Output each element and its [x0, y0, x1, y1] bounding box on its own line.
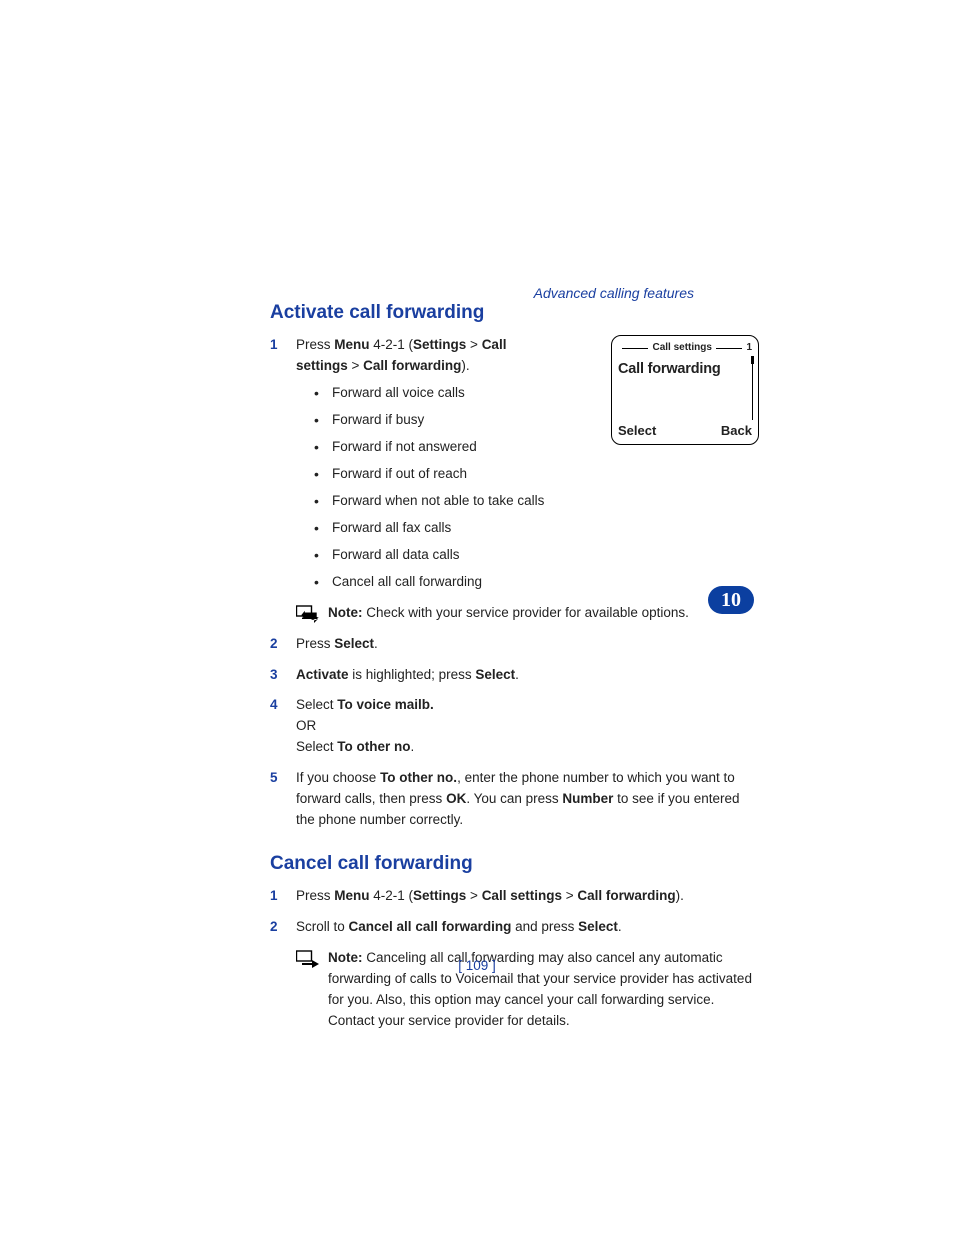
- step-number: 2: [270, 917, 278, 938]
- forward-options-list: Forward all voice calls Forward if busy …: [314, 383, 754, 592]
- note-block: Note: Check with your service provider f…: [270, 603, 754, 624]
- document-page: Advanced calling features Activate call …: [0, 0, 954, 1235]
- text: Call forwarding: [363, 358, 461, 373]
- step-number: 1: [270, 886, 278, 907]
- text: Select: [334, 636, 374, 651]
- step-number: 1: [270, 335, 278, 356]
- text: .: [374, 636, 378, 651]
- list-item: Forward if out of reach: [314, 464, 754, 485]
- list-item: Forward when not able to take calls: [314, 491, 754, 512]
- text: To other no.: [380, 770, 457, 785]
- text: OR: [296, 718, 316, 733]
- text: >: [562, 888, 577, 903]
- step-number: 5: [270, 768, 278, 789]
- text: Select: [578, 919, 618, 934]
- text: Menu: [334, 888, 369, 903]
- text: Menu: [334, 337, 369, 352]
- step-a4: 4 Select To voice mailb. OR Select To ot…: [270, 695, 754, 758]
- section-a-body: Call settings 1 Call forwarding Select B…: [270, 335, 754, 831]
- step-number: 2: [270, 634, 278, 655]
- text: Call forwarding: [577, 888, 675, 903]
- list-item: Forward all data calls: [314, 545, 754, 566]
- step-a5: 5 If you choose To other no., enter the …: [270, 768, 754, 831]
- text: 4-2-1 (: [370, 337, 414, 352]
- text: OK: [446, 791, 466, 806]
- text: . You can press: [466, 791, 562, 806]
- text: Scroll to: [296, 919, 349, 934]
- list-item: Forward if busy: [314, 410, 754, 431]
- heading-cancel: Cancel call forwarding: [270, 849, 754, 878]
- text: Press: [296, 636, 334, 651]
- text: Number: [562, 791, 613, 806]
- text: Cancel all call forwarding: [349, 919, 512, 934]
- text: Press: [296, 337, 334, 352]
- text: .: [411, 739, 415, 754]
- text: .: [515, 667, 519, 682]
- step-a2: 2 Press Select.: [270, 634, 754, 655]
- text: If you choose: [296, 770, 380, 785]
- list-item: Cancel all call forwarding: [314, 572, 754, 593]
- step-a3: 3 Activate is highlighted; press Select.: [270, 665, 754, 686]
- text: Select: [296, 739, 337, 754]
- text: >: [348, 358, 363, 373]
- text: To voice mailb.: [337, 697, 434, 712]
- list-item: Forward all voice calls: [314, 383, 754, 404]
- section-header-label: Advanced calling features: [534, 283, 694, 305]
- text: Settings: [413, 888, 466, 903]
- text: Press: [296, 888, 334, 903]
- text: .: [618, 919, 622, 934]
- text: and press: [511, 919, 578, 934]
- step-a1: 1 Press Menu 4-2-1 (Settings > Call sett…: [270, 335, 754, 592]
- text: >: [466, 337, 481, 352]
- chapter-tab: 10: [708, 586, 754, 614]
- list-item: Forward if not answered: [314, 437, 754, 458]
- text: Settings: [413, 337, 466, 352]
- text: To other no: [337, 739, 410, 754]
- note-icon: [296, 605, 320, 623]
- text: ).: [461, 358, 469, 373]
- step-number: 4: [270, 695, 278, 716]
- page-number: [ 109 ]: [0, 956, 954, 977]
- text: is highlighted; press: [349, 667, 476, 682]
- text: >: [466, 888, 481, 903]
- text: Select: [296, 697, 337, 712]
- step-b2: 2 Scroll to Cancel all call forwarding a…: [270, 917, 754, 938]
- step-b1: 1 Press Menu 4-2-1 (Settings > Call sett…: [270, 886, 754, 907]
- list-item: Forward all fax calls: [314, 518, 754, 539]
- step-number: 3: [270, 665, 278, 686]
- text: 4-2-1 (: [370, 888, 414, 903]
- note-label: Note:: [328, 605, 363, 620]
- text: ).: [676, 888, 684, 903]
- text: Call settings: [482, 888, 562, 903]
- text: Activate: [296, 667, 349, 682]
- note-text: Check with your service provider for ava…: [363, 605, 689, 620]
- text: Select: [475, 667, 515, 682]
